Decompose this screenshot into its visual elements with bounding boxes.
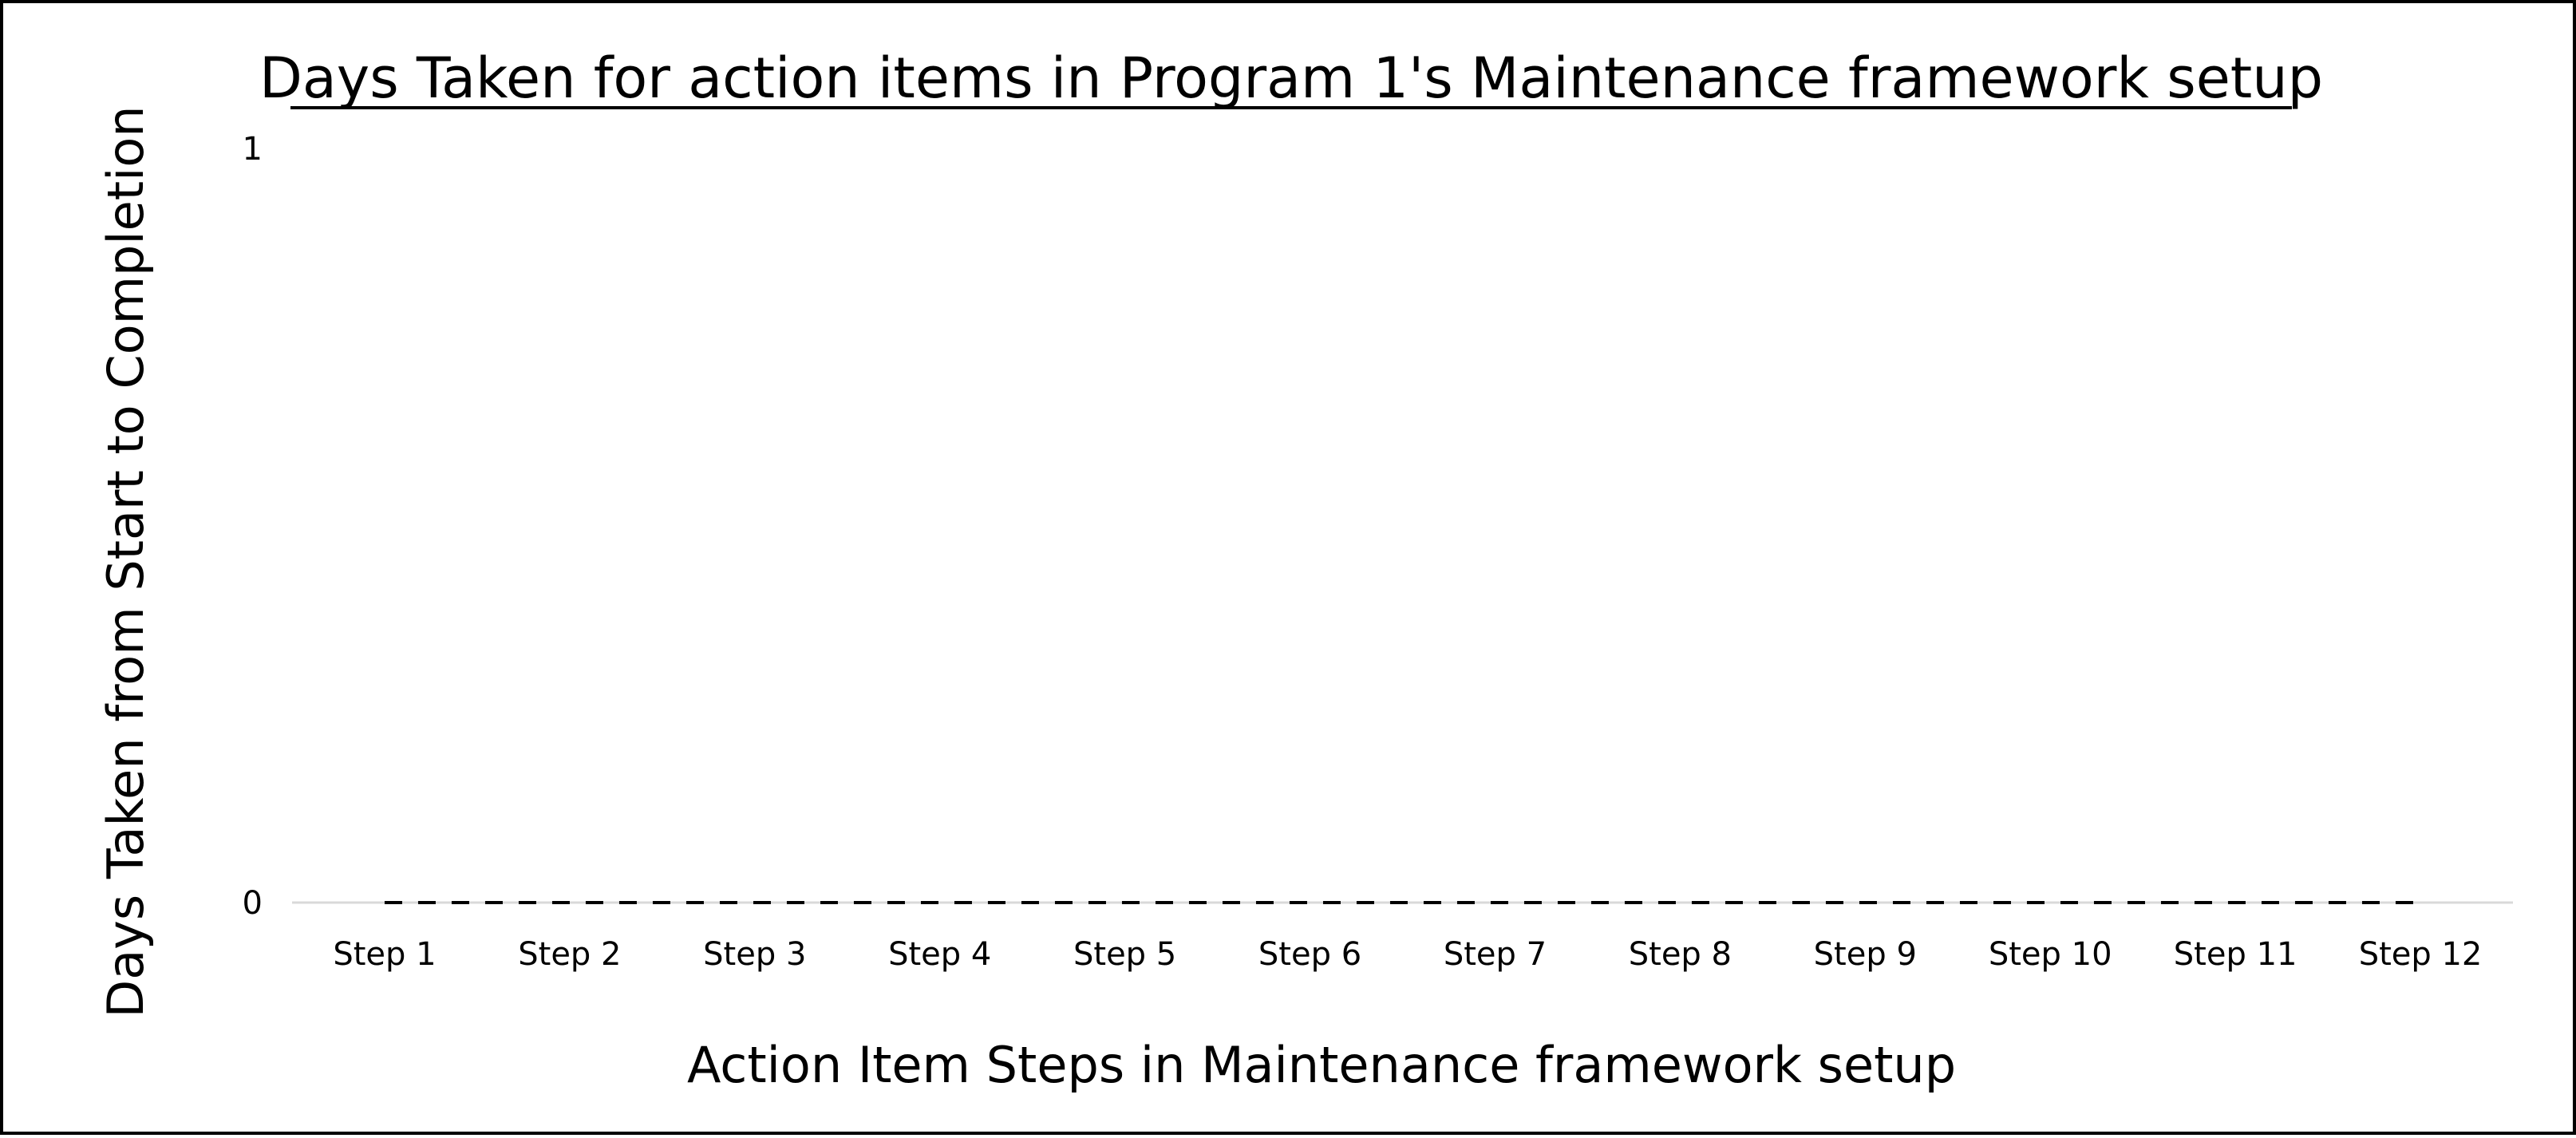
y-tick-label: 0 — [243, 885, 263, 922]
x-tick-label: Step 3 — [703, 936, 806, 973]
x-axis-title: Action Item Steps in Maintenance framewo… — [687, 1036, 1956, 1094]
x-tick-label: Step 11 — [2174, 936, 2297, 973]
x-tick-labels: Step 1 Step 2 Step 3 Step 4 Step 5 Step 6 Step… — [333, 936, 2482, 973]
x-tick-label: Step 12 — [2359, 936, 2483, 973]
x-tick-label: Step 8 — [1629, 936, 1732, 973]
x-tick-label: Step 7 — [1444, 936, 1547, 973]
x-tick-label: Step 6 — [1258, 936, 1361, 973]
x-tick-label: Step 5 — [1073, 936, 1176, 973]
y-axis-title: Days Taken from Start to Completion — [97, 105, 155, 1017]
y-tick-labels: 01 — [243, 131, 263, 922]
y-tick-label: 1 — [243, 131, 263, 168]
x-tick-label: Step 2 — [518, 936, 621, 973]
x-tick-label: Step 9 — [1814, 936, 1917, 973]
chart-frame: Days Taken for action items in Program 1… — [0, 0, 2576, 1135]
x-tick-label: Step 1 — [333, 936, 436, 973]
chart-title: Days Taken for action items in Program 1… — [259, 45, 2323, 111]
x-tick-label: Step 10 — [1989, 936, 2112, 973]
line-chart: Days Taken for action items in Program 1… — [97, 45, 2513, 1094]
x-tick-label: Step 4 — [888, 936, 991, 973]
